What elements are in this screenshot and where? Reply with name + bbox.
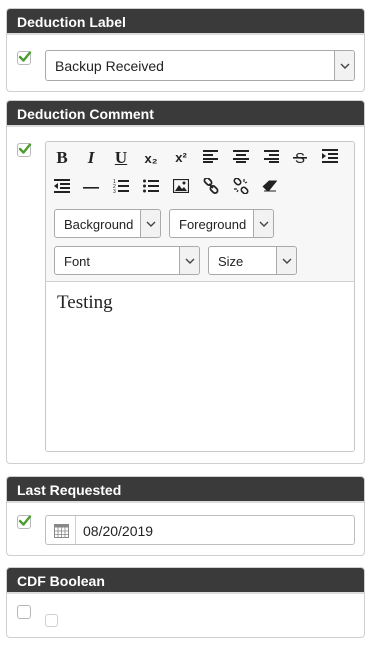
underline-button[interactable]: U [110,148,132,168]
align-center-icon[interactable] [230,149,252,169]
svg-text:3: 3 [113,189,116,193]
size-select[interactable]: Size [208,246,297,275]
deduction-label-select[interactable]: Backup Received [45,50,355,81]
indent-icon[interactable] [319,149,341,169]
panel-header: Last Requested [7,477,364,503]
link-icon[interactable] [200,178,222,198]
chevron-down-icon[interactable] [276,247,296,274]
bold-button[interactable]: B [51,148,73,168]
bullet-list-icon[interactable] [140,178,162,198]
deduction-label-checkbox[interactable] [17,51,32,65]
cdf-boolean-value-checkbox[interactable] [45,614,58,627]
checkmark-icon [18,515,32,526]
editor-toolbar: B I U x₂ x² S 1 2 3 Background Foregroun… [46,142,354,282]
ordered-list-icon[interactable]: 123 [110,178,132,198]
date-value: 08/20/2019 [83,523,154,539]
subscript-button[interactable]: x₂ [140,148,162,168]
cdf-boolean-panel: CDF Boolean [6,567,365,638]
last-requested-panel: Last Requested 08/20/2019 [6,476,365,556]
foreground-color-select[interactable]: Foreground [169,209,274,238]
background-color-select[interactable]: Background [54,209,161,238]
strikethrough-icon[interactable]: S [289,149,311,169]
chevron-down-icon[interactable] [140,210,160,237]
last-requested-checkbox[interactable] [17,515,32,529]
panel-header: Deduction Label [7,9,364,35]
editor-content[interactable]: Testing [57,292,113,314]
select-value: Font [64,254,91,269]
image-icon[interactable] [170,179,192,199]
superscript-button[interactable]: x² [170,148,192,168]
rich-text-editor: B I U x₂ x² S 1 2 3 Background Foregroun… [45,141,355,452]
italic-button[interactable]: I [80,148,102,168]
select-value: Foreground [179,217,247,232]
deduction-comment-checkbox[interactable] [17,143,32,157]
outdent-icon[interactable] [51,179,73,199]
deduction-comment-panel: Deduction Comment B I U x₂ x² S 1 2 3 Ba… [6,100,365,464]
calendar-icon[interactable] [46,516,76,544]
cdf-boolean-field-checkbox[interactable] [17,605,31,619]
chevron-down-icon[interactable] [334,51,354,80]
align-left-icon[interactable] [200,149,222,169]
select-value: Backup Received [55,58,164,74]
font-select[interactable]: Font [54,246,200,275]
panel-header: Deduction Comment [7,101,364,127]
checkmark-icon [18,143,32,154]
deduction-label-panel: Deduction Label Backup Received [6,8,365,92]
last-requested-date-input[interactable]: 08/20/2019 [45,515,355,545]
unlink-icon[interactable] [230,178,252,198]
select-value: Size [218,254,244,269]
eraser-icon[interactable] [259,180,281,200]
checkmark-icon [18,51,32,62]
chevron-down-icon[interactable] [253,210,273,237]
align-right-icon[interactable] [260,149,282,169]
select-value: Background [64,217,134,232]
panel-header: CDF Boolean [7,568,364,594]
chevron-down-icon[interactable] [179,247,199,274]
horizontal-rule-icon[interactable] [80,179,102,199]
